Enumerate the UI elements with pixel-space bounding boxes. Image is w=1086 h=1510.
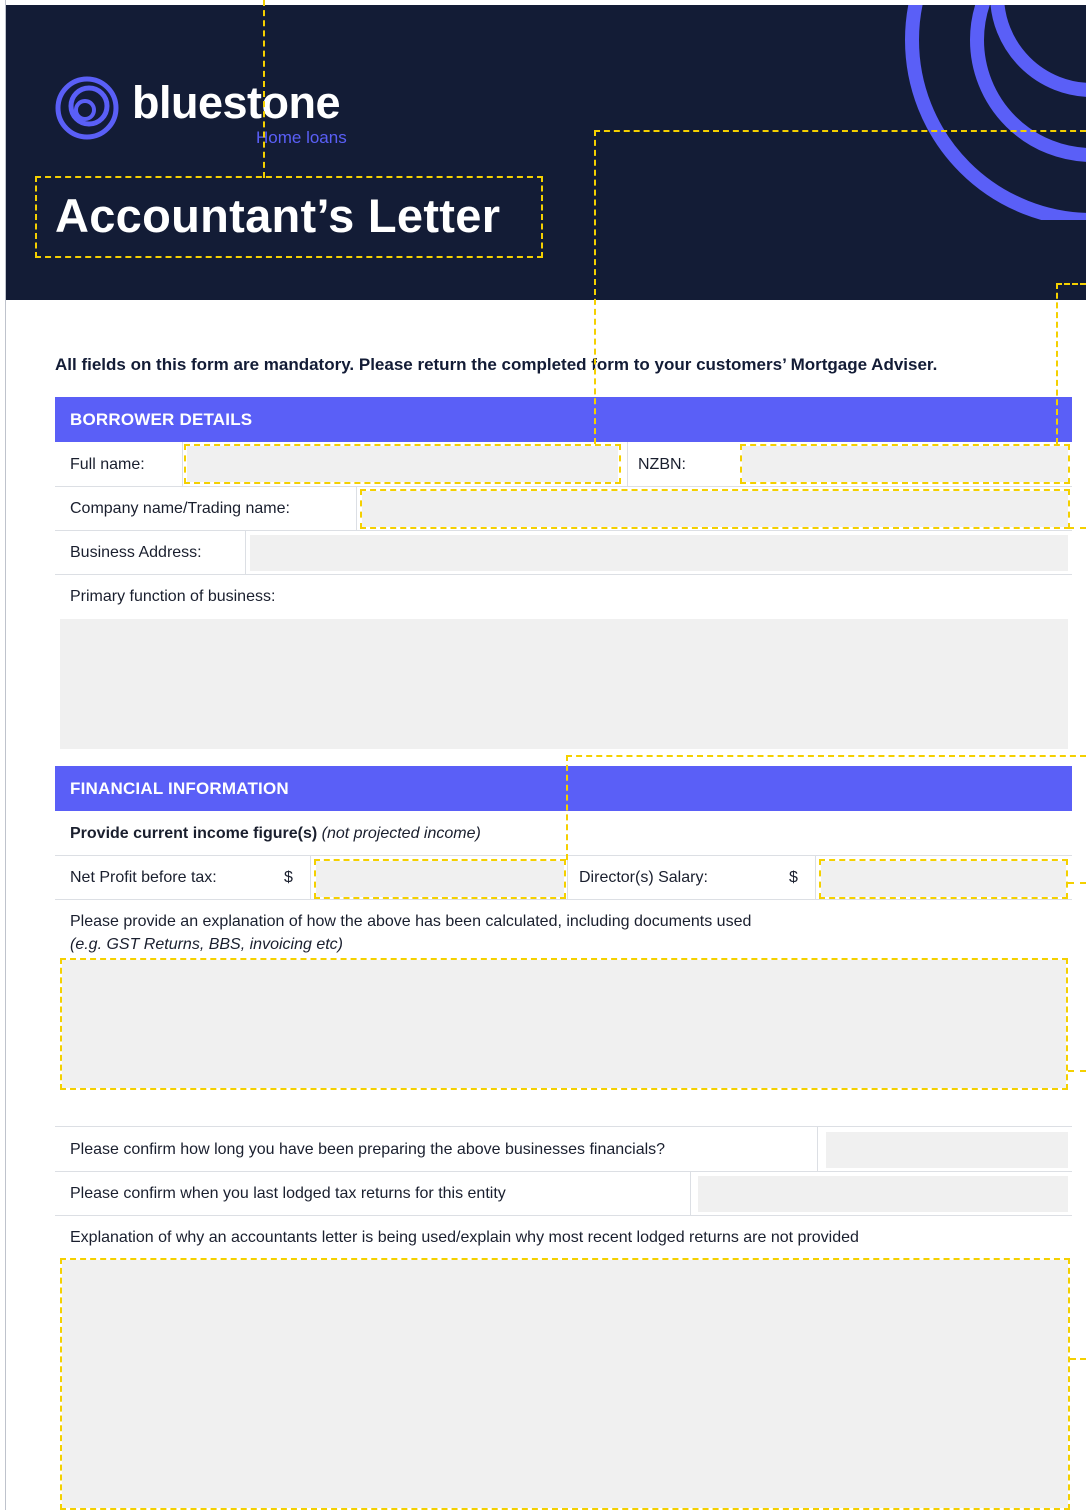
divider <box>567 856 568 899</box>
document-title: Accountant’s Letter <box>55 189 501 242</box>
header-banner <box>6 5 1086 300</box>
how-long-field[interactable] <box>826 1132 1068 1168</box>
row-divider <box>55 574 1072 575</box>
income-instruction-italic: (not projected income) <box>321 825 481 842</box>
primary-function-label: Primary function of business: <box>70 588 276 605</box>
income-instruction-bold: Provide current income figure(s) <box>70 825 318 842</box>
guide-line <box>263 0 265 178</box>
calculation-explanation-field[interactable] <box>62 960 1066 1088</box>
business-address-field[interactable] <box>250 535 1068 571</box>
last-lodged-field[interactable] <box>698 1176 1068 1212</box>
accountants-letter-reason-label: Explanation of why an accountants letter… <box>70 1229 859 1246</box>
borrower-details-heading: BORROWER DETAILS <box>70 410 253 429</box>
guide-line <box>1068 527 1086 529</box>
row-divider <box>55 486 1072 487</box>
financial-information-header: FINANCIAL INFORMATION <box>55 766 1072 811</box>
how-long-label: Please confirm how long you have been pr… <box>70 1141 666 1158</box>
net-profit-field[interactable] <box>316 861 564 897</box>
calculation-explanation-label: Please provide an explanation of how the… <box>70 913 752 930</box>
divider <box>356 487 357 530</box>
mandatory-notice: All fields on this form are mandatory. P… <box>55 355 938 374</box>
row-divider <box>55 1126 1072 1127</box>
borrower-details-header: BORROWER DETAILS <box>55 397 1072 442</box>
nzbn-field[interactable] <box>742 446 1068 482</box>
calculation-explanation-examples: (e.g. GST Returns, BBS, invoicing etc) <box>70 936 343 953</box>
company-name-field[interactable] <box>362 491 1068 527</box>
net-profit-label: Net Profit before tax: <box>70 869 217 886</box>
brand-name: bluestone <box>132 77 341 128</box>
row-divider <box>55 1171 1072 1172</box>
full-name-label: Full name: <box>70 456 145 473</box>
last-lodged-label: Please confirm when you last lodged tax … <box>70 1185 506 1202</box>
row-divider <box>55 1215 1072 1216</box>
guide-line <box>594 130 596 444</box>
divider <box>310 856 311 899</box>
full-name-field[interactable] <box>187 446 618 482</box>
guide-line <box>566 755 1086 757</box>
brand-tagline: Home loans <box>256 128 347 147</box>
row-divider <box>55 855 1072 856</box>
company-name-label: Company name/Trading name: <box>70 500 290 517</box>
divider <box>817 1127 818 1171</box>
bluestone-logo-icon <box>55 76 119 140</box>
director-salary-label: Director(s) Salary: <box>579 869 708 886</box>
row-divider <box>55 899 1072 900</box>
row-divider <box>55 530 1072 531</box>
divider <box>815 856 816 899</box>
guide-line <box>594 130 1086 132</box>
business-address-label: Business Address: <box>70 544 202 561</box>
net-profit-currency: $ <box>284 869 293 886</box>
primary-function-field[interactable] <box>60 619 1068 749</box>
decorative-arcs-icon <box>905 5 1086 220</box>
accountants-letter-reason-field[interactable] <box>62 1260 1068 1508</box>
nzbn-label: NZBN: <box>638 456 686 473</box>
financial-information-heading: FINANCIAL INFORMATION <box>70 779 289 798</box>
income-instruction: Provide current income figure(s) (not pr… <box>70 825 481 843</box>
divider <box>690 1172 691 1215</box>
guide-line <box>1068 882 1086 884</box>
guide-line <box>1056 283 1086 285</box>
divider <box>182 442 183 486</box>
guide-line <box>1068 1070 1086 1072</box>
guide-line <box>566 755 568 860</box>
director-salary-field[interactable] <box>821 861 1066 897</box>
director-salary-currency: $ <box>789 869 798 886</box>
guide-line <box>1070 1358 1086 1360</box>
divider <box>245 531 246 574</box>
divider <box>627 442 628 486</box>
guide-line <box>1056 283 1058 444</box>
